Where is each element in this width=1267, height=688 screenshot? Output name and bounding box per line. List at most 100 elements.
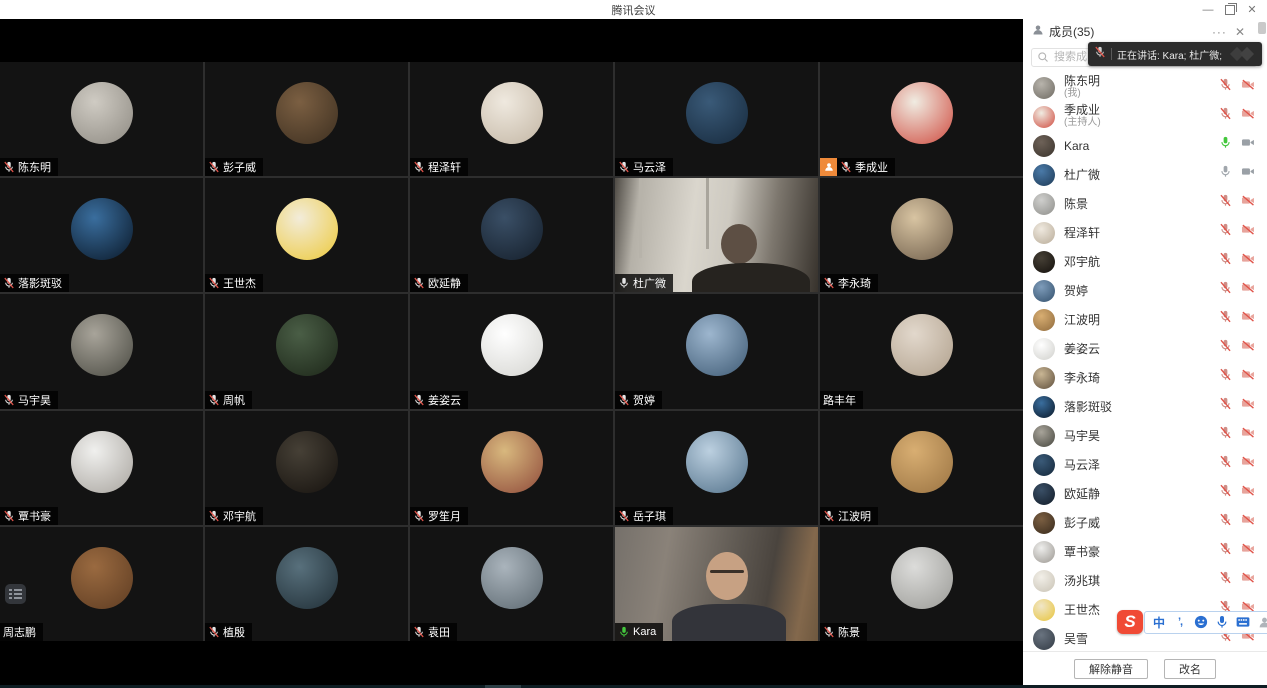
layout-list-widget[interactable] [5, 584, 26, 604]
participant-name: Kara [633, 626, 656, 638]
avatar [1033, 251, 1055, 273]
avatar [481, 547, 543, 609]
video-tile[interactable]: 马云泽 [615, 62, 818, 176]
video-tile[interactable]: 周志鹏 [0, 527, 203, 641]
member-name: 欧延静 [1064, 488, 1100, 500]
chinese-mode-icon[interactable]: 中 [1152, 614, 1166, 630]
avatar [1033, 628, 1055, 650]
participant-name-label: 落影斑驳 [0, 274, 69, 292]
ime-toolbar: S 中 ’, [1117, 610, 1267, 634]
member-row[interactable]: Kara [1023, 131, 1267, 160]
tencent-meeting-window: 腾讯会议 — ✕ 陈东明 彭子威 程泽轩 马云泽 季成业 落影斑 [0, 0, 1267, 688]
member-row[interactable]: 汤兆琪 [1023, 566, 1267, 595]
video-tile[interactable]: 邓宇航 [205, 411, 408, 525]
video-tile[interactable]: 季成业 [820, 62, 1023, 176]
avatar [1033, 280, 1055, 302]
video-tile[interactable]: 江波明 [820, 411, 1023, 525]
video-tile[interactable]: 陈东明 [0, 62, 203, 176]
avatar [1033, 599, 1055, 621]
video-tile[interactable]: 周帆 [205, 294, 408, 408]
video-tile[interactable]: 王世杰 [205, 178, 408, 292]
video-tile[interactable]: 马宇昊 [0, 294, 203, 408]
video-tile[interactable]: 罗笙月 [410, 411, 613, 525]
avatar [1033, 77, 1055, 99]
camera-off-icon [1241, 426, 1255, 444]
video-tile[interactable]: 姜姿云 [410, 294, 613, 408]
mic-icon [1219, 165, 1232, 183]
member-row[interactable]: 贺婷 [1023, 276, 1267, 305]
video-tile[interactable]: 李永琦 [820, 178, 1023, 292]
participant-name: 王世杰 [223, 275, 256, 291]
participant-name-label: 邓宇航 [205, 507, 263, 525]
voice-input-icon[interactable] [1215, 614, 1229, 630]
members-panel-header: 成员(35) ··· ✕ [1023, 19, 1267, 44]
avatar [481, 82, 543, 144]
host-badge-icon [820, 158, 837, 176]
member-row[interactable]: 陈景 [1023, 189, 1267, 218]
member-row[interactable]: 姜姿云 [1023, 334, 1267, 363]
search-icon [1037, 50, 1049, 68]
video-tile[interactable]: 落影斑驳 [0, 178, 203, 292]
member-row[interactable]: 杜广微 [1023, 160, 1267, 189]
participant-name-label: 马宇昊 [0, 391, 58, 409]
video-tile[interactable]: 植殷 [205, 527, 408, 641]
video-tile[interactable]: 彭子威 [205, 62, 408, 176]
video-tile[interactable]: 程泽轩 [410, 62, 613, 176]
punctuation-icon[interactable]: ’, [1173, 614, 1187, 630]
rename-button[interactable]: 改名 [1164, 659, 1216, 679]
video-tile[interactable]: 杜广微 [615, 178, 818, 292]
avatar [891, 431, 953, 493]
member-row[interactable]: 覃书豪 [1023, 537, 1267, 566]
participant-name: 罗笙月 [428, 508, 461, 524]
member-name: 覃书豪 [1064, 546, 1100, 558]
muted-mic-icon [413, 277, 425, 289]
unmute-button[interactable]: 解除静音 [1074, 659, 1148, 679]
member-name: 邓宇航 [1064, 256, 1100, 268]
video-tile[interactable]: 袁田 [410, 527, 613, 641]
member-row[interactable]: 江波明 [1023, 305, 1267, 334]
video-tile[interactable]: 覃书豪 [0, 411, 203, 525]
panel-close-button[interactable]: ✕ [1235, 25, 1245, 39]
video-tile[interactable]: 欧延静 [410, 178, 613, 292]
members-panel: 成员(35) ··· ✕ 陈东明 (我) [1023, 19, 1267, 685]
member-row[interactable]: 陈东明 (我) [1023, 73, 1267, 102]
avatar [1033, 309, 1055, 331]
member-row[interactable]: 邓宇航 [1023, 247, 1267, 276]
person-icon[interactable] [1257, 614, 1267, 630]
sogou-logo-icon[interactable]: S [1117, 610, 1143, 634]
participant-name-label: 覃书豪 [0, 507, 58, 525]
video-tile[interactable]: 贺婷 [615, 294, 818, 408]
video-tile[interactable]: 路丰年 [820, 294, 1023, 408]
avatar [276, 82, 338, 144]
close-button[interactable]: ✕ [1241, 0, 1263, 19]
scrollbar-thumb[interactable] [1258, 22, 1266, 34]
member-row[interactable]: 李永琦 [1023, 363, 1267, 392]
video-tile[interactable]: 陈景 [820, 527, 1023, 641]
member-row[interactable]: 欧延静 [1023, 479, 1267, 508]
member-name: 落影斑驳 [1064, 401, 1112, 413]
member-row[interactable]: 落影斑驳 [1023, 392, 1267, 421]
member-row[interactable]: 彭子威 [1023, 508, 1267, 537]
restore-button[interactable] [1219, 0, 1241, 19]
soft-keyboard-icon[interactable] [1236, 614, 1250, 630]
member-name: 马云泽 [1064, 459, 1100, 471]
member-row[interactable]: 程泽轩 [1023, 218, 1267, 247]
participant-name: 周志鹏 [3, 624, 36, 640]
member-row[interactable]: 季成业 (主持人) [1023, 102, 1267, 131]
member-row[interactable]: 马云泽 [1023, 450, 1267, 479]
participant-name: 程泽轩 [428, 159, 461, 175]
avatar [481, 431, 543, 493]
member-row[interactable]: 马宇昊 [1023, 421, 1267, 450]
muted-mic-icon [618, 510, 630, 522]
more-options-button[interactable]: ··· [1212, 25, 1227, 39]
minimize-button[interactable]: — [1197, 0, 1219, 19]
camera-off-icon [1241, 252, 1255, 270]
camera-off-icon [1241, 455, 1255, 473]
emoji-icon[interactable] [1194, 614, 1208, 630]
video-tile[interactable]: Kara [615, 527, 818, 641]
speaking-toast: 正在讲话: Kara; 杜广微; [1088, 42, 1262, 66]
avatar [71, 198, 133, 260]
participant-name-label: 季成业 [820, 158, 895, 176]
avatar [1033, 425, 1055, 447]
video-tile[interactable]: 岳子琪 [615, 411, 818, 525]
